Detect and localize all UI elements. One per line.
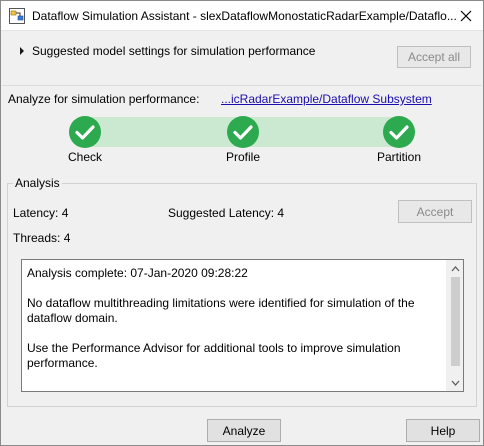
suggested-settings-label[interactable]: Suggested model settings for simulation … xyxy=(32,44,315,58)
accept-all-button[interactable]: Accept all xyxy=(397,46,471,68)
simulink-app-icon xyxy=(9,8,25,24)
analyze-button[interactable]: Analyze xyxy=(207,419,281,442)
profile-step-checkmark-icon xyxy=(226,115,260,149)
step-label-partition: Partition xyxy=(376,150,422,164)
report-line-limitations: No dataflow multithreading limitations w… xyxy=(27,296,415,325)
report-scrollbar[interactable] xyxy=(446,260,463,391)
report-line-timestamp: Analysis complete: 07-Jan-2020 09:28:22 xyxy=(27,266,248,280)
report-line-advisor: Use the Performance Advisor for addition… xyxy=(27,341,401,370)
suggested-latency-value: Suggested Latency: 4 xyxy=(168,206,285,220)
latency-value: Latency: 4 xyxy=(13,206,69,220)
analysis-group-label: Analysis xyxy=(13,176,62,190)
analyze-for-label: Analyze for simulation performance: xyxy=(8,92,200,106)
step-label-check: Check xyxy=(67,150,102,164)
partition-step-checkmark-icon xyxy=(382,115,416,149)
close-icon xyxy=(460,10,472,22)
scroll-down-arrow-icon[interactable] xyxy=(447,374,464,391)
scroll-thumb[interactable] xyxy=(451,277,460,366)
suggested-settings-section: Suggested model settings for simulation … xyxy=(2,32,482,86)
step-label-profile: Profile xyxy=(225,150,260,164)
dialog-window: Dataflow Simulation Assistant - slexData… xyxy=(0,0,484,446)
title-bar: Dataflow Simulation Assistant - slexData… xyxy=(1,1,483,31)
analysis-report-textbox[interactable]: Analysis complete: 07-Jan-2020 09:28:22 … xyxy=(21,259,464,392)
subsystem-link[interactable]: ...icRadarExample/Dataflow Subsystem xyxy=(221,92,432,106)
footer-bar: Analyze Help xyxy=(2,409,482,445)
accept-button[interactable]: Accept xyxy=(398,200,472,223)
close-button[interactable] xyxy=(449,1,483,31)
help-button[interactable]: Help xyxy=(406,419,480,442)
report-text: Analysis complete: 07-Jan-2020 09:28:22 … xyxy=(27,266,441,386)
scroll-up-arrow-icon[interactable] xyxy=(447,260,464,277)
check-step-checkmark-icon xyxy=(68,115,102,149)
window-title: Dataflow Simulation Assistant - slexData… xyxy=(32,9,457,23)
chevron-right-icon[interactable] xyxy=(17,45,27,55)
threads-value: Threads: 4 xyxy=(13,231,71,245)
